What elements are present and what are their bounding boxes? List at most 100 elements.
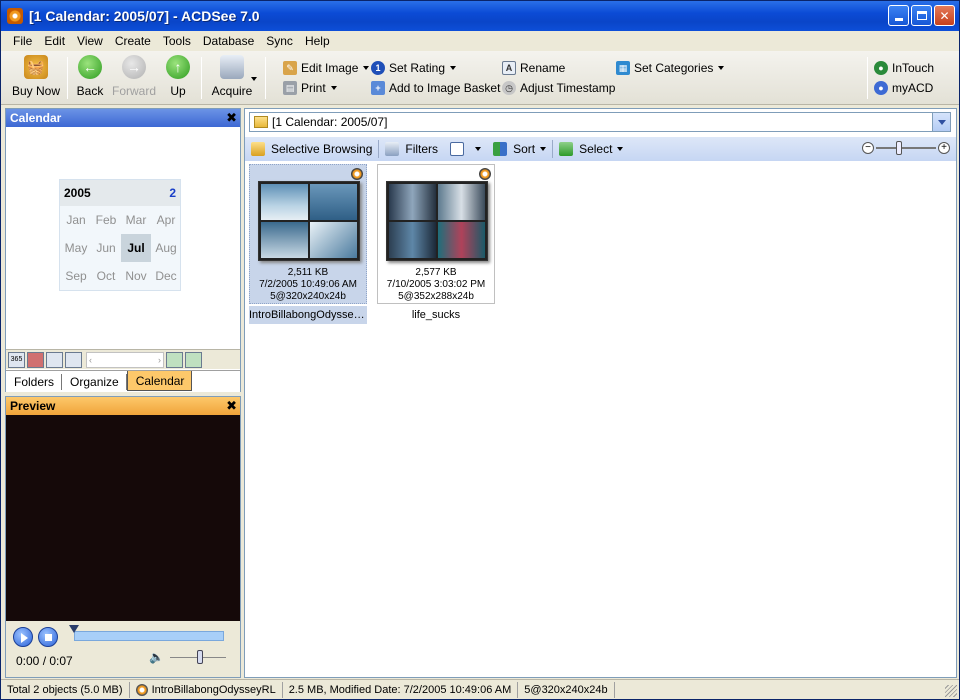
- close-button[interactable]: ✕: [934, 5, 955, 26]
- file-list-pane: [1 Calendar: 2005/07] Selective Browsing…: [244, 108, 957, 678]
- zoom-slider-handle[interactable]: [896, 141, 902, 155]
- back-button[interactable]: ← Back: [65, 55, 115, 98]
- intouch-button[interactable]: ● InTouch: [874, 59, 934, 77]
- thumbnail-frame: 2,511 KB 7/2/2005 10:49:06 AM 5@320x240x…: [249, 164, 367, 304]
- acquire-button[interactable]: Acquire: [207, 55, 257, 98]
- zoom-out-icon[interactable]: −: [862, 142, 874, 154]
- intouch-label: InTouch: [892, 61, 935, 75]
- close-calendar-panel-icon[interactable]: ✖: [226, 110, 237, 126]
- calendar-month-apr[interactable]: Apr: [151, 206, 181, 234]
- view-mode-button[interactable]: [444, 138, 487, 160]
- file-date: 7/2/2005 10:49:06 AM: [259, 279, 357, 290]
- selective-browsing-button[interactable]: Selective Browsing: [245, 138, 378, 160]
- edit-image-button[interactable]: ✎ Edit Image: [283, 59, 370, 77]
- calendar-year[interactable]: 2005: [64, 186, 91, 200]
- maximize-button[interactable]: [911, 5, 932, 26]
- calendar-month-dec[interactable]: Dec: [151, 262, 181, 290]
- up-button[interactable]: ↑ Up: [153, 55, 203, 98]
- thumbnail-meta: 2,511 KB 7/2/2005 10:49:06 AM 5@320x240x…: [250, 267, 366, 303]
- browse-toolbar: Selective Browsing Filters Sort Select −: [245, 137, 956, 161]
- filters-button[interactable]: Filters: [379, 138, 444, 160]
- video-file-badge-icon: [351, 168, 363, 180]
- scanner-icon: [220, 55, 244, 79]
- sort-button[interactable]: Sort: [487, 138, 552, 160]
- calendar-next-icon[interactable]: [185, 351, 202, 368]
- calendar-month-nov[interactable]: Nov: [121, 262, 151, 290]
- forward-button[interactable]: → Forward: [109, 55, 159, 98]
- file-thumbnail-life-sucks[interactable]: 2,577 KB 7/10/2005 3:03:02 PM 5@352x288x…: [377, 164, 495, 324]
- title-bar[interactable]: [1 Calendar: 2005/07] - ACDSee 7.0 ✕: [1, 1, 959, 31]
- minimize-button[interactable]: [888, 5, 909, 26]
- calendar-365-icon[interactable]: 365: [8, 351, 25, 368]
- calendar-month-mar[interactable]: Mar: [121, 206, 151, 234]
- hospital-frame-1: [389, 184, 436, 220]
- set-rating-button[interactable]: 1 Set Rating: [371, 59, 457, 77]
- menu-sync[interactable]: Sync: [260, 34, 299, 48]
- categories-icon: ▦: [616, 61, 630, 75]
- calendar-scrollbar[interactable]: ‹ ›: [86, 351, 164, 368]
- playback-position-handle[interactable]: [69, 625, 79, 633]
- thumbnail-size-slider[interactable]: − +: [862, 141, 950, 155]
- print-label: Print: [301, 81, 326, 95]
- zoom-in-icon[interactable]: +: [938, 142, 950, 154]
- status-selected-file: IntroBillabongOdysseyRL: [130, 681, 283, 698]
- select-dropdown-icon: [617, 147, 624, 151]
- tab-organize[interactable]: Organize: [62, 374, 127, 390]
- acquire-dropdown-icon[interactable]: [251, 77, 257, 81]
- menu-database[interactable]: Database: [197, 34, 260, 48]
- scroll-left-icon[interactable]: ‹: [89, 355, 92, 365]
- adjust-timestamp-button[interactable]: ◷ Adjust Timestamp: [502, 79, 615, 97]
- menu-help[interactable]: Help: [299, 34, 336, 48]
- up-arrow-icon: ↑: [166, 55, 190, 79]
- calendar-folder-icon: [254, 116, 268, 128]
- playback-progress-bar[interactable]: [74, 631, 224, 641]
- path-dropdown-button[interactable]: [932, 113, 950, 131]
- rename-button[interactable]: A Rename: [502, 59, 565, 77]
- preview-panel-header: Preview ✖: [6, 397, 240, 415]
- add-to-basket-button[interactable]: + Add to Image Basket: [371, 79, 500, 97]
- menu-edit[interactable]: Edit: [38, 34, 71, 48]
- calendar-month-icon[interactable]: [27, 351, 44, 368]
- stop-button[interactable]: [38, 627, 58, 647]
- volume-icon[interactable]: 🔈: [149, 650, 164, 664]
- file-name: life_sucks: [411, 309, 461, 321]
- play-button[interactable]: [13, 627, 33, 647]
- menu-tools[interactable]: Tools: [157, 34, 197, 48]
- calendar-week-icon[interactable]: [46, 351, 63, 368]
- hospital-frame-2: [438, 184, 485, 220]
- menu-view[interactable]: View: [71, 34, 109, 48]
- calendar-year-header: 2005 2: [60, 180, 180, 206]
- edit-image-label: Edit Image: [301, 61, 359, 75]
- zoom-slider-track[interactable]: [876, 141, 936, 155]
- menu-create[interactable]: Create: [109, 34, 157, 48]
- calendar-month-oct[interactable]: Oct: [91, 262, 121, 290]
- calendar-month-jul[interactable]: Jul: [121, 234, 151, 262]
- set-categories-dropdown-icon: [718, 66, 725, 70]
- surf-frame-2: [310, 184, 357, 220]
- calendar-month-jun[interactable]: Jun: [91, 234, 121, 262]
- close-preview-panel-icon[interactable]: ✖: [226, 398, 237, 414]
- calendar-month-may[interactable]: May: [61, 234, 91, 262]
- video-file-icon: [135, 683, 148, 696]
- add-to-basket-label: Add to Image Basket: [389, 81, 501, 95]
- calendar-month-feb[interactable]: Feb: [91, 206, 121, 234]
- acdsee-app-icon[interactable]: [7, 8, 23, 24]
- calendar-day-icon[interactable]: [65, 351, 82, 368]
- buy-now-button[interactable]: 🧺 Buy Now: [11, 55, 61, 98]
- print-button[interactable]: ▤ Print: [283, 79, 337, 97]
- volume-slider-handle[interactable]: [197, 650, 203, 664]
- menu-file[interactable]: File: [7, 34, 38, 48]
- calendar-month-aug[interactable]: Aug: [151, 234, 181, 262]
- scroll-right-icon[interactable]: ›: [158, 355, 161, 365]
- calendar-prev-icon[interactable]: [166, 351, 183, 368]
- resize-grip[interactable]: [945, 685, 957, 697]
- calendar-month-jan[interactable]: Jan: [61, 206, 91, 234]
- path-combobox[interactable]: [1 Calendar: 2005/07]: [249, 112, 951, 132]
- set-categories-button[interactable]: ▦ Set Categories: [616, 59, 725, 77]
- file-thumbnail-intro-billabong[interactable]: 2,511 KB 7/2/2005 10:49:06 AM 5@320x240x…: [249, 164, 367, 324]
- tab-calendar[interactable]: Calendar: [126, 371, 193, 391]
- myacd-button[interactable]: ● myACD: [874, 79, 933, 97]
- tab-folders[interactable]: Folders: [6, 374, 63, 390]
- calendar-month-sep[interactable]: Sep: [61, 262, 91, 290]
- select-button[interactable]: Select: [553, 138, 629, 160]
